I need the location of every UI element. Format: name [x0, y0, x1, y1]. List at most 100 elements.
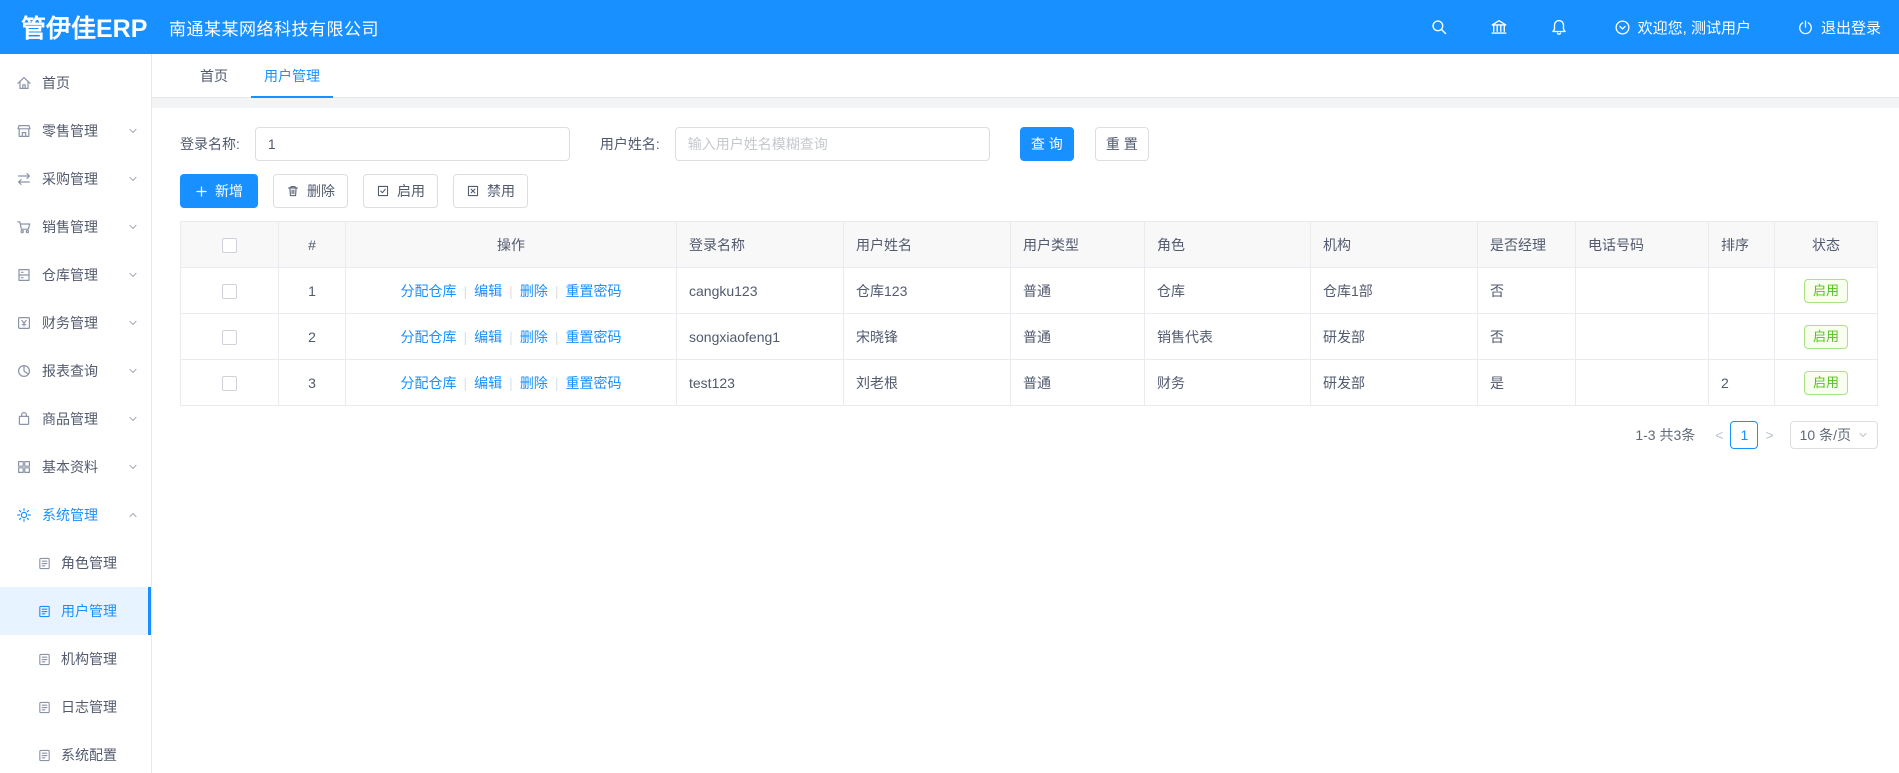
delete-button[interactable]: 删除 [273, 174, 348, 208]
document-icon [37, 556, 52, 571]
chevron-down-icon [128, 270, 138, 280]
bank-icon[interactable] [1490, 18, 1508, 36]
link-separator: | [554, 282, 559, 299]
chevron-down-icon [128, 174, 138, 184]
money-icon [16, 315, 32, 331]
table-header-row: # 操作 登录名称 用户姓名 用户类型 角色 机构 是否经理 电话号码 排序 状… [180, 221, 1878, 268]
next-page-button[interactable]: > [1765, 427, 1773, 443]
row-actions: 分配仓库 | 编辑 | 删除 | 重置密码 [345, 267, 677, 314]
cell-phone [1575, 267, 1709, 314]
reset-password-link[interactable]: 重置密码 [565, 283, 621, 299]
row-checkbox[interactable] [222, 375, 237, 391]
cell-sort [1708, 267, 1775, 314]
page-number[interactable]: 1 [1730, 421, 1759, 449]
enable-button[interactable]: 启用 [363, 174, 438, 208]
sidebar-item-label: 销售管理 [42, 219, 98, 235]
cell-login: cangku123 [676, 267, 844, 314]
query-button[interactable]: 查 询 [1019, 127, 1074, 161]
login-name-input[interactable] [254, 127, 570, 161]
chevron-down-icon [1858, 430, 1868, 440]
bell-icon[interactable] [1550, 18, 1568, 36]
sidebar-item-warehouse[interactable]: 仓库管理 [0, 251, 151, 299]
sidebar-item-label: 仓库管理 [42, 267, 98, 283]
app-logo[interactable]: 管伊佳ERP [0, 9, 152, 45]
sidebar-subitem-label: 日志管理 [61, 699, 117, 715]
plus-icon [195, 185, 208, 198]
cell-phone [1575, 313, 1709, 360]
edit-link[interactable]: 编辑 [474, 329, 502, 345]
edit-link[interactable]: 编辑 [474, 283, 502, 299]
cell-manager: 是 [1477, 359, 1576, 406]
sidebar-item-retail[interactable]: 零售管理 [0, 107, 151, 155]
home-icon [16, 75, 32, 91]
reset-password-link[interactable]: 重置密码 [565, 375, 621, 391]
sidebar-subitem-roles[interactable]: 角色管理 [0, 539, 151, 587]
sidebar-item-basic-data[interactable]: 基本资料 [0, 443, 151, 491]
edit-link[interactable]: 编辑 [474, 375, 502, 391]
trash-icon [286, 184, 300, 198]
sidebar-subitem-config[interactable]: 系统配置 [0, 731, 151, 773]
prev-page-button[interactable]: < [1715, 427, 1723, 443]
delete-link[interactable]: 删除 [520, 375, 548, 391]
delete-link[interactable]: 删除 [520, 329, 548, 345]
assign-warehouse-link[interactable]: 分配仓库 [401, 283, 457, 299]
col-manager: 是否经理 [1477, 221, 1576, 268]
cell-sort [1708, 313, 1775, 360]
chevron-up-icon [128, 510, 138, 520]
chevron-down-icon [128, 126, 138, 136]
logout-button[interactable]: 退出登录 [1797, 17, 1881, 38]
assign-warehouse-link[interactable]: 分配仓库 [401, 375, 457, 391]
tab-user-management[interactable]: 用户管理 [246, 54, 338, 98]
user-menu[interactable]: 欢迎您, 测试用户 [1614, 17, 1751, 38]
document-icon [37, 748, 52, 763]
col-index: # [278, 221, 346, 268]
sidebar-item-reports[interactable]: 报表查询 [0, 347, 151, 395]
pagination-total: 1-3 共3条 [1635, 427, 1696, 443]
sidebar-item-purchase[interactable]: 采购管理 [0, 155, 151, 203]
cell-name: 宋晓锋 [843, 313, 1011, 360]
user-name-input[interactable] [674, 127, 990, 161]
sidebar-item-sales[interactable]: 销售管理 [0, 203, 151, 251]
sidebar-subitem-label: 角色管理 [61, 555, 117, 571]
logout-label: 退出登录 [1820, 19, 1881, 37]
sidebar-item-home[interactable]: 首页 [0, 59, 151, 107]
sidebar-item-finance[interactable]: 财务管理 [0, 299, 151, 347]
table-row: 3 分配仓库 | 编辑 | 删除 | 重置密码 test123 刘老根 普通 财务 研发部 … [180, 359, 1878, 406]
cell-phone [1575, 359, 1709, 406]
main-layout: 首页 零售管理 采购管理 销售管理 仓库管理 财务管理 报表查询 商品管理 基本… [0, 54, 1899, 773]
reset-button[interactable]: 重 置 [1094, 127, 1149, 161]
topbar-actions: 欢迎您, 测试用户 退出登录 [1388, 17, 1899, 38]
add-button[interactable]: 新增 [180, 174, 258, 208]
link-separator: | [463, 282, 468, 299]
grid-icon [16, 459, 32, 475]
reset-password-link[interactable]: 重置密码 [565, 329, 621, 345]
login-name-label: 登录名称: [180, 136, 240, 152]
link-separator: | [554, 328, 559, 345]
sidebar-item-label: 商品管理 [42, 411, 98, 427]
sidebar: 首页 零售管理 采购管理 销售管理 仓库管理 财务管理 报表查询 商品管理 基本… [0, 54, 152, 773]
cell-org: 研发部 [1310, 313, 1478, 360]
assign-warehouse-link[interactable]: 分配仓库 [401, 329, 457, 345]
sidebar-subitem-logs[interactable]: 日志管理 [0, 683, 151, 731]
tab-home[interactable]: 首页 [182, 54, 246, 97]
table-toolbar: 新增 删除 启用 禁用 [180, 174, 1878, 208]
row-checkbox[interactable] [222, 329, 237, 345]
search-icon[interactable] [1430, 18, 1448, 36]
col-login: 登录名称 [676, 221, 844, 268]
user-name-label: 用户姓名: [599, 136, 660, 152]
sidebar-item-label: 首页 [42, 75, 70, 91]
disable-button[interactable]: 禁用 [453, 174, 528, 208]
status-badge: 启用 [1803, 324, 1848, 349]
row-index: 3 [278, 359, 346, 406]
row-checkbox[interactable] [222, 283, 237, 299]
sidebar-item-goods[interactable]: 商品管理 [0, 395, 151, 443]
chevron-down-icon [128, 414, 138, 424]
sidebar-item-system[interactable]: 系统管理 [0, 491, 151, 539]
sidebar-item-label: 基本资料 [42, 459, 98, 475]
sidebar-subitem-users[interactable]: 用户管理 [0, 587, 151, 635]
delete-link[interactable]: 删除 [520, 283, 548, 299]
select-all-checkbox[interactable] [222, 237, 237, 253]
page-size-select[interactable]: 10 条/页 [1789, 421, 1878, 449]
sidebar-subitem-orgs[interactable]: 机构管理 [0, 635, 151, 683]
document-icon [37, 604, 52, 619]
